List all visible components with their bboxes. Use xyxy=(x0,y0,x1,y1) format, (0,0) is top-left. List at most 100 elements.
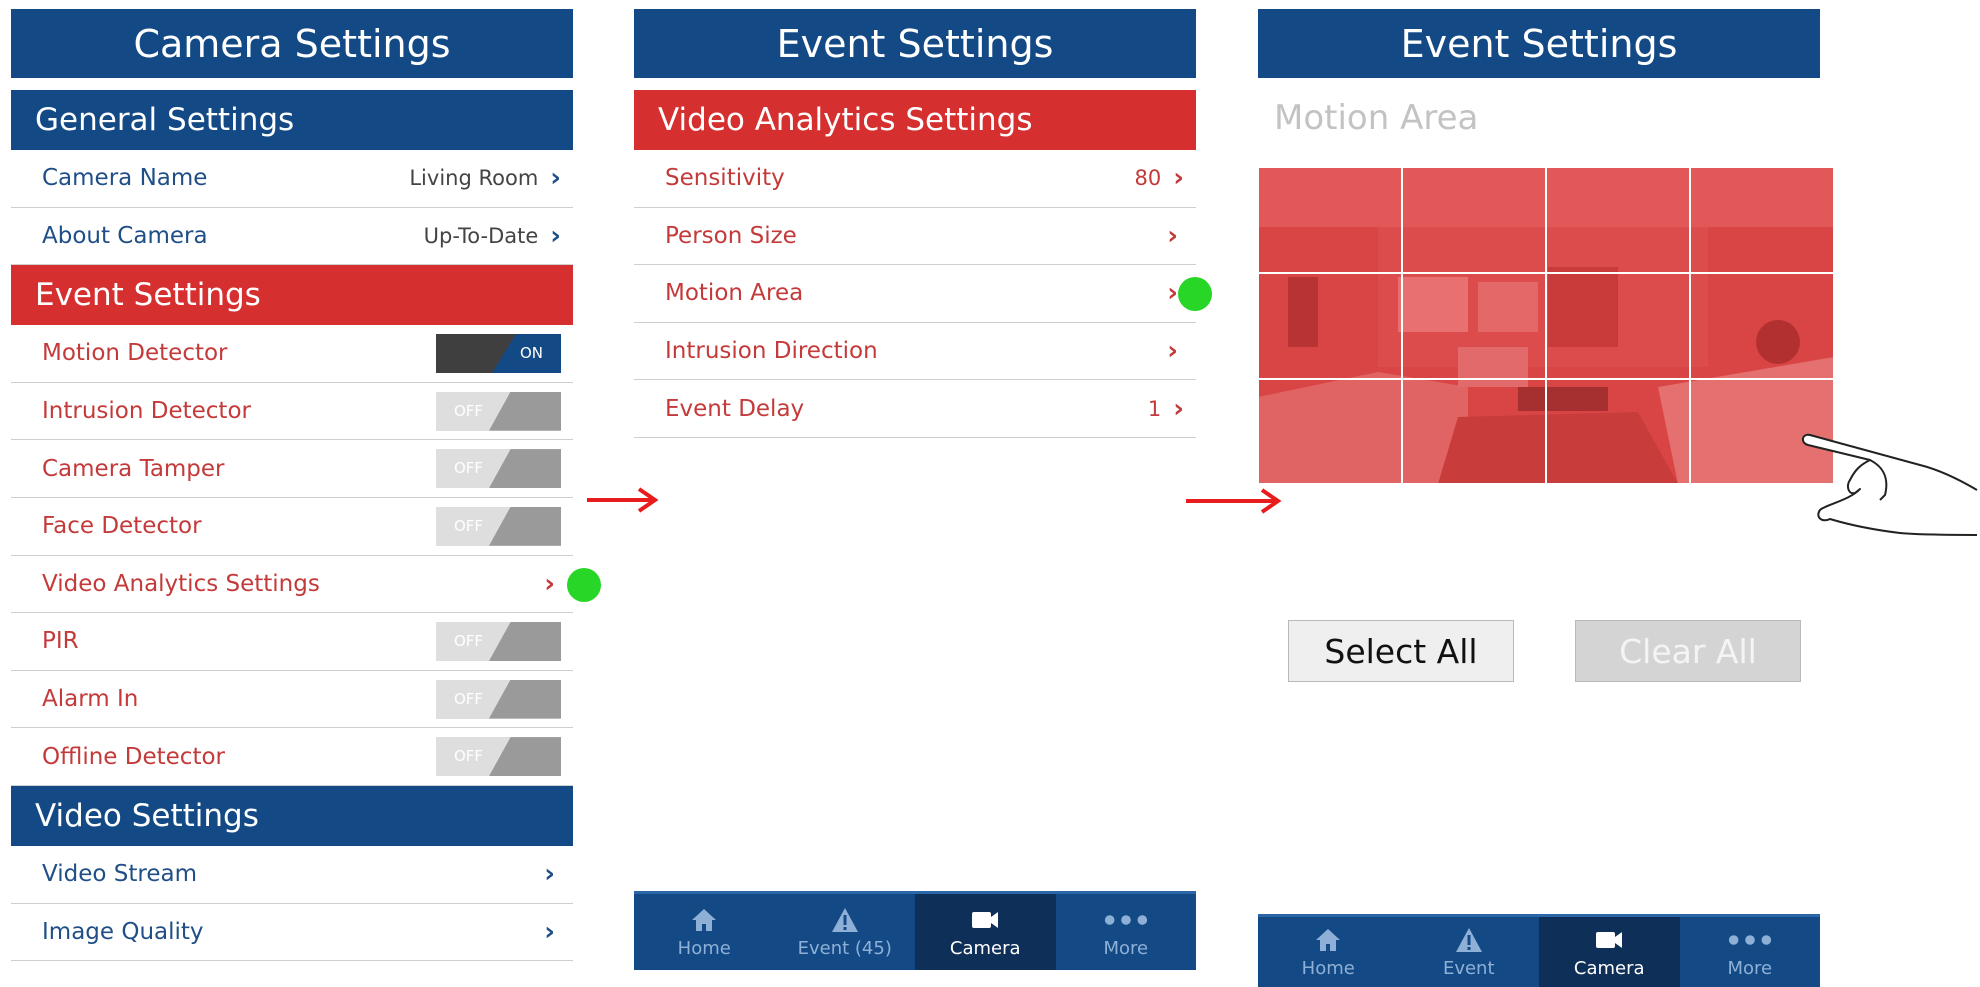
camera-tamper-toggle[interactable]: OFF xyxy=(436,449,561,489)
more-dots-icon xyxy=(1728,934,1771,945)
camera-icon xyxy=(972,911,999,928)
nav-home-label: Home xyxy=(677,937,731,959)
nav-event[interactable]: Event (45) xyxy=(775,894,916,970)
video-analytics-settings-row[interactable]: Video Analytics Settings › xyxy=(11,556,601,614)
camera-icon xyxy=(1596,931,1623,948)
offline-detector-toggle[interactable]: OFF xyxy=(436,737,561,777)
tap-indicator-dot xyxy=(1178,277,1212,312)
nav-event-label: Event (45) xyxy=(797,937,892,959)
event-delay-row[interactable]: Event Delay 1 › xyxy=(634,380,1196,438)
page-title: Event Settings xyxy=(1258,9,1820,78)
nav-event[interactable]: Event xyxy=(1399,917,1540,987)
motion-detector-toggle[interactable]: ON xyxy=(436,333,561,373)
chevron-right-icon: › xyxy=(1167,278,1178,309)
nav-home[interactable]: Home xyxy=(1258,917,1399,987)
sensitivity-label: Sensitivity xyxy=(665,165,785,192)
bottom-nav-bar: Home Event (45) Camera More xyxy=(634,891,1196,970)
camera-tamper-row: Camera Tamper OFF xyxy=(11,440,573,498)
pir-toggle[interactable]: OFF xyxy=(436,621,561,661)
grid-cell[interactable] xyxy=(1546,379,1690,484)
motion-area-grid[interactable] xyxy=(1258,167,1834,484)
sensitivity-value: 80 xyxy=(1134,166,1162,191)
intrusion-detector-label: Intrusion Detector xyxy=(42,398,251,425)
nav-home[interactable]: Home xyxy=(634,894,775,970)
camera-settings-panel: Camera Settings General Settings Camera … xyxy=(11,9,601,962)
camera-name-value: Living Room xyxy=(409,166,539,191)
offline-detector-row: Offline Detector OFF xyxy=(11,728,573,786)
camera-tamper-label: Camera Tamper xyxy=(42,455,225,482)
about-camera-value: Up-To-Date xyxy=(423,223,539,248)
grid-cell[interactable] xyxy=(1258,167,1402,273)
warning-icon xyxy=(831,907,858,932)
grid-cell[interactable] xyxy=(1546,273,1690,379)
home-icon xyxy=(692,908,717,931)
motion-area-panel: Event Settings xyxy=(1258,9,1820,78)
person-size-label: Person Size xyxy=(665,222,797,249)
home-icon xyxy=(1316,928,1341,951)
about-camera-label: About Camera xyxy=(42,222,208,249)
event-delay-label: Event Delay xyxy=(665,395,805,422)
intrusion-detector-toggle[interactable]: OFF xyxy=(436,391,561,431)
sensitivity-row[interactable]: Sensitivity 80 › xyxy=(634,150,1196,208)
select-all-button[interactable]: Select All xyxy=(1288,620,1514,682)
camera-name-label: Camera Name xyxy=(42,165,208,192)
motion-detector-label: Motion Detector xyxy=(42,340,228,367)
intrusion-direction-label: Intrusion Direction xyxy=(665,338,878,365)
alarm-in-toggle[interactable]: OFF xyxy=(436,679,561,719)
motion-area-label: Motion Area xyxy=(665,280,804,307)
pir-row: PIR OFF xyxy=(11,613,573,671)
grid-cell[interactable] xyxy=(1258,273,1402,379)
flow-arrow-icon xyxy=(587,487,659,513)
grid-cell[interactable] xyxy=(1258,379,1402,484)
event-settings-panel: Event Settings Video Analytics Settings … xyxy=(634,9,1212,438)
chevron-right-icon: › xyxy=(544,859,555,890)
grid-cell[interactable] xyxy=(1546,167,1690,273)
chevron-right-icon: › xyxy=(544,568,555,599)
nav-camera-label: Camera xyxy=(949,937,1021,959)
person-size-row[interactable]: Person Size › xyxy=(634,208,1196,266)
chevron-right-icon: › xyxy=(1167,336,1178,367)
about-camera-row[interactable]: About Camera Up-To-Date › xyxy=(11,208,573,266)
hand-pointer-icon xyxy=(1802,433,1978,536)
video-stream-row[interactable]: Video Stream › xyxy=(11,846,573,904)
face-detector-label: Face Detector xyxy=(42,513,202,540)
nav-more[interactable]: More xyxy=(1056,894,1197,970)
intrusion-direction-row[interactable]: Intrusion Direction › xyxy=(634,323,1196,381)
face-detector-toggle[interactable]: OFF xyxy=(436,506,561,546)
clear-all-button[interactable]: Clear All xyxy=(1575,620,1801,682)
intrusion-detector-row: Intrusion Detector OFF xyxy=(11,383,573,441)
grid-cell[interactable] xyxy=(1402,379,1546,484)
video-analytics-settings-label: Video Analytics Settings xyxy=(42,570,320,597)
nav-camera[interactable]: Camera xyxy=(915,894,1056,970)
tap-indicator-dot xyxy=(567,567,601,602)
alarm-in-label: Alarm In xyxy=(42,686,139,713)
chevron-right-icon: › xyxy=(550,220,561,251)
pir-label: PIR xyxy=(42,628,79,655)
motion-detector-row: Motion Detector ON xyxy=(11,325,573,383)
motion-area-row[interactable]: Motion Area › xyxy=(634,265,1212,323)
flow-arrow-icon xyxy=(1186,488,1282,514)
chevron-right-icon: › xyxy=(544,916,555,947)
nav-home-label: Home xyxy=(1301,957,1355,979)
video-analytics-header: Video Analytics Settings xyxy=(634,90,1196,150)
nav-more-label: More xyxy=(1103,937,1149,959)
nav-more[interactable]: More xyxy=(1680,917,1821,987)
nav-camera-label: Camera xyxy=(1573,957,1645,979)
grid-cell[interactable] xyxy=(1402,273,1546,379)
event-settings-header: Event Settings xyxy=(11,265,573,326)
nav-camera[interactable]: Camera xyxy=(1539,917,1680,987)
image-quality-row[interactable]: Image Quality › xyxy=(11,904,573,962)
event-delay-value: 1 xyxy=(1147,396,1162,421)
nav-event-label: Event xyxy=(1442,957,1495,979)
bottom-nav-bar: Home Event Camera More xyxy=(1258,914,1820,987)
camera-name-row[interactable]: Camera Name Living Room › xyxy=(11,150,573,208)
page-title: Camera Settings xyxy=(11,9,573,78)
nav-more-label: More xyxy=(1727,957,1773,979)
video-stream-label: Video Stream xyxy=(42,861,197,888)
grid-cell[interactable] xyxy=(1690,273,1834,379)
chevron-right-icon: › xyxy=(1167,220,1178,251)
grid-cell[interactable] xyxy=(1402,167,1546,273)
video-settings-header: Video Settings xyxy=(11,785,573,846)
motion-area-title: Motion Area xyxy=(1274,98,1479,138)
grid-cell[interactable] xyxy=(1690,167,1834,273)
